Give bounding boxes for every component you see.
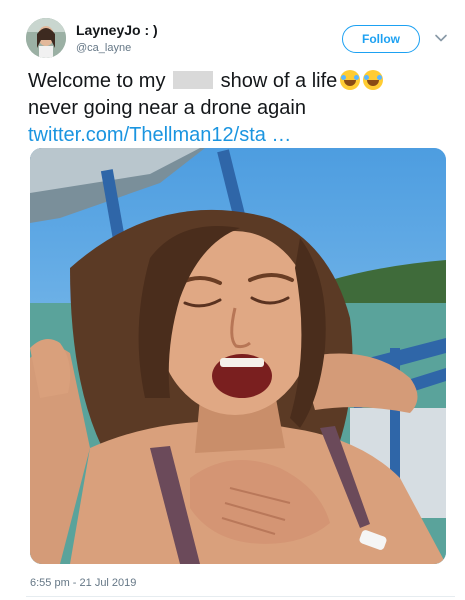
tweet-text-part1: Welcome to my (28, 70, 166, 92)
tweet-photo[interactable] (30, 148, 446, 564)
tweet-text-line2: never going near a drone again (28, 97, 306, 119)
tweet-card: LayneyJo : ) @ca_layne Follow Welcome to… (0, 0, 465, 600)
follow-button[interactable]: Follow (342, 25, 420, 53)
tweet-text-part2: show of a life (220, 70, 338, 92)
tweet-timestamp[interactable]: 6:55 pm - 21 Jul 2019 (30, 577, 136, 589)
redacted-word (173, 71, 214, 89)
tweet-link[interactable]: twitter.com/Thellman12/sta … (28, 124, 291, 146)
chevron-down-icon[interactable] (434, 31, 448, 45)
face-with-tears-of-joy-emoji-icon (340, 70, 361, 90)
display-name[interactable]: LayneyJo : ) (76, 22, 158, 39)
tweet-text: Welcome to my show of a life never going… (28, 68, 448, 149)
avatar[interactable] (26, 18, 66, 58)
tweet-header: LayneyJo : ) @ca_layne Follow (26, 18, 456, 62)
divider (26, 596, 455, 597)
face-with-tears-of-joy-emoji-icon (363, 70, 384, 90)
user-handle[interactable]: @ca_layne (76, 41, 158, 56)
